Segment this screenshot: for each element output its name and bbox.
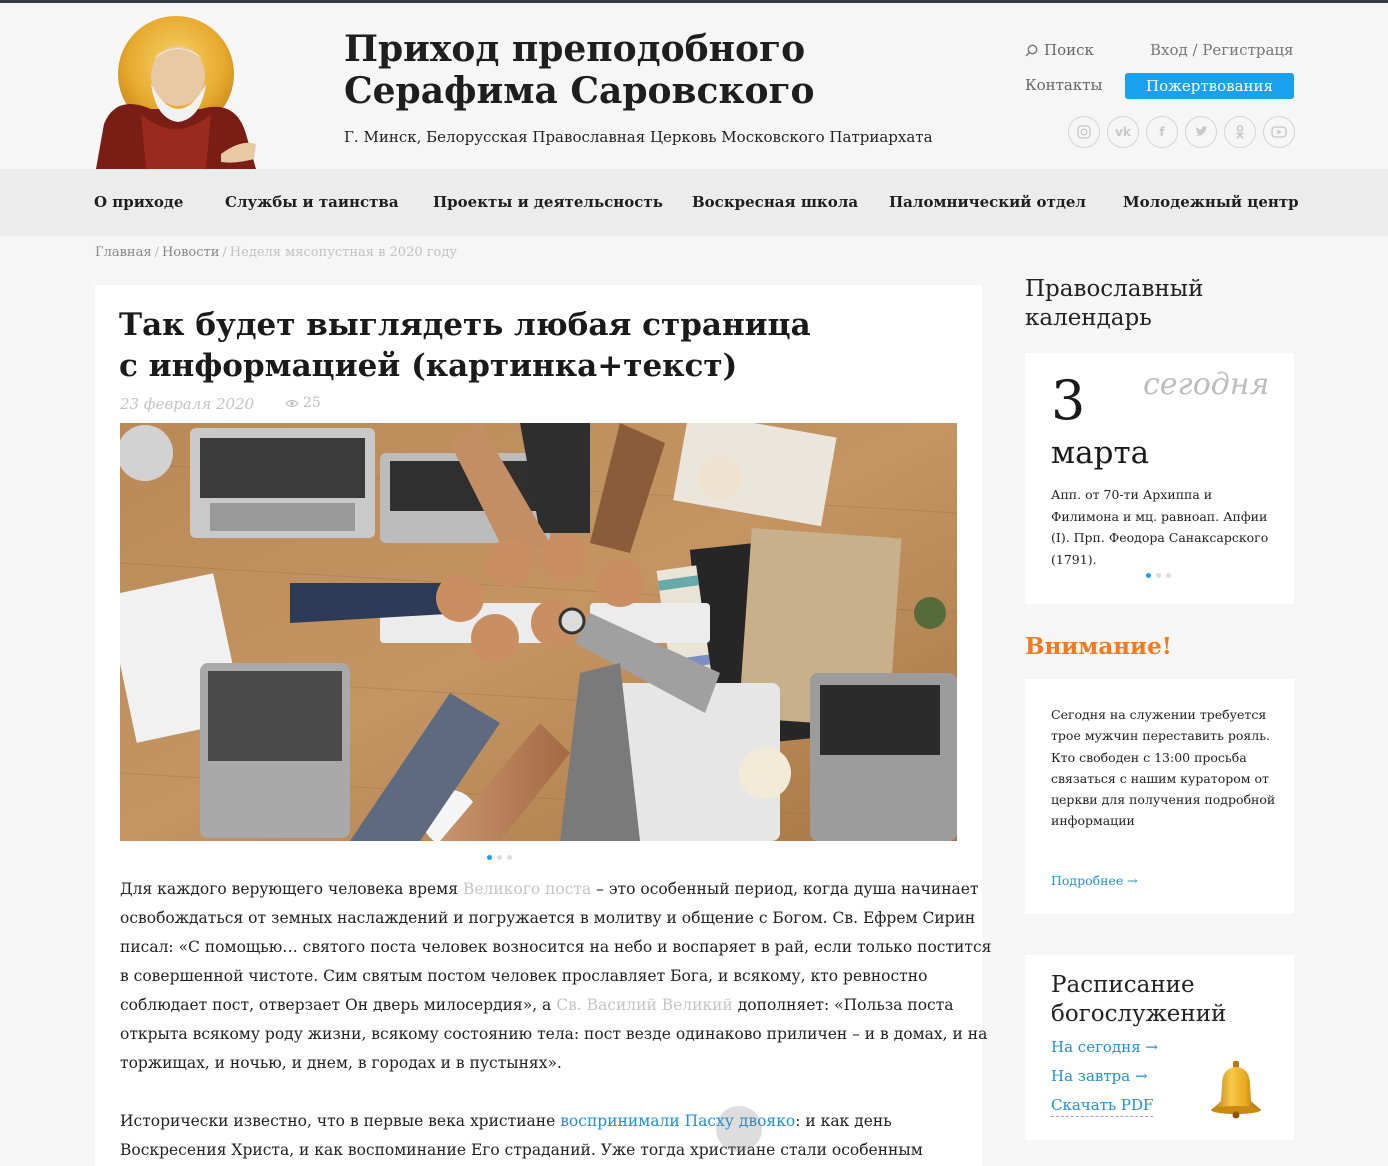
text-segment: дополняет: «Польза поста (732, 996, 954, 1014)
slider-dot[interactable] (507, 855, 512, 860)
breadcrumb-separator: / (154, 245, 159, 260)
contacts-link[interactable]: Контакты (1025, 76, 1103, 94)
calendar-month: марта (1051, 435, 1150, 471)
article-body: Для каждого верующего человека время Вел… (120, 875, 991, 1166)
slider-dot[interactable] (1156, 573, 1161, 578)
calendar-card[interactable]: 3 сегодня марта Апп. от 70-ти Архиппа и … (1025, 353, 1294, 604)
calendar-day: 3 (1051, 369, 1086, 432)
text-line: в совершенной чистоте. Сим святым постом… (120, 967, 928, 985)
schedule-heading-line1: Расписание (1051, 972, 1195, 998)
schedule-download-pdf-link[interactable]: Скачать PDF (1051, 1096, 1154, 1117)
eye-icon (285, 399, 299, 407)
article-paragraph-2: Исторически известно, что в первые века … (120, 1107, 960, 1165)
vk-icon[interactable]: vk (1107, 116, 1139, 148)
text-segment: Исторически известно, что в первые века … (120, 1112, 561, 1130)
nav-item-pilgrimage[interactable]: Паломнический отдел (889, 193, 1086, 211)
youtube-icon[interactable] (1263, 116, 1295, 148)
great-lent-link[interactable]: Великого поста (463, 880, 591, 898)
instagram-icon[interactable] (1068, 116, 1100, 148)
nav-item-sunday-school[interactable]: Воскресная школа (692, 193, 858, 211)
text-line: освобождаться от земных наслаждений и по… (120, 909, 976, 927)
site-subtitle: Г. Минск, Белорусская Православная Церко… (344, 128, 933, 146)
attention-more-link[interactable]: Подробнее → (1051, 873, 1138, 888)
social-links: vk f (1068, 116, 1295, 148)
image-slider-dots (487, 855, 512, 860)
odnoklassniki-icon[interactable] (1224, 116, 1256, 148)
facebook-icon[interactable]: f (1146, 116, 1178, 148)
site-title-line2: Серафима Саровского (344, 70, 815, 112)
schedule-heading: Расписание богослужений (1051, 971, 1226, 1029)
search-icon (1025, 44, 1038, 57)
article-card: Так будет выглядеть любая страница с инф… (95, 285, 991, 1166)
calendar-today-label: сегодня (1143, 367, 1270, 402)
calendar-description: Апп. от 70-ти Архиппа и Филимона и мц. р… (1051, 487, 1269, 567)
login-register-link[interactable]: Вход / Регистраця (1150, 41, 1294, 59)
attention-card: Сегодня на служении требуется трое мужчи… (1025, 679, 1294, 914)
nav-item-services[interactable]: Службы и таинства (225, 193, 399, 211)
text-line: Воскресения Христа, и как воспоминание Е… (120, 1141, 923, 1159)
nav-item-projects[interactable]: Проекты и деятельсность (433, 193, 663, 211)
top-border (0, 0, 1388, 3)
text-line: открыта всякому роду жизни, всякому сост… (120, 1025, 988, 1043)
bell-icon (1211, 1061, 1261, 1119)
schedule-today-link[interactable]: На сегодня → (1051, 1038, 1158, 1056)
article-photo[interactable] (120, 423, 957, 841)
calendar-heading-line1: Православный (1025, 276, 1204, 302)
search-link[interactable]: Поиск (1025, 41, 1094, 59)
text-segment: : и как день (795, 1112, 892, 1130)
breadcrumb-news[interactable]: Новости (162, 245, 219, 260)
text-segment: соблюдает пост, отверзает Он дверь милос… (120, 996, 557, 1014)
breadcrumb: Главная / Новости / Неделя мясопустная в 202… (95, 245, 457, 260)
calendar-slider-dots (1146, 573, 1171, 578)
slider-dot-active[interactable] (487, 855, 492, 860)
views-count: 25 (303, 395, 321, 411)
calendar-heading: Православный календарь (1025, 275, 1203, 333)
basil-the-great-link[interactable]: Св. Василий Великий (556, 996, 733, 1014)
slider-dot-active[interactable] (1146, 573, 1151, 578)
cursor-highlight (716, 1106, 762, 1152)
text-line: торжищах, и ночью, и днем, в городах и в… (120, 1054, 562, 1072)
article-title-line2: с информацией (картинка+текст) (119, 348, 738, 384)
nav-item-youth-center[interactable]: Молодежный центр (1123, 193, 1299, 211)
saint-icon-logo[interactable] (96, 14, 261, 169)
breadcrumb-home[interactable]: Главная (95, 245, 152, 260)
article-title: Так будет выглядеть любая страница с инф… (119, 305, 811, 387)
site-title[interactable]: Приход преподобного Серафима Саровского (344, 28, 815, 112)
twitter-icon[interactable] (1185, 116, 1217, 148)
main-nav: О приходе Службы и таинства Проекты и де… (0, 169, 1388, 236)
attention-heading: Внимание! (1025, 633, 1172, 660)
breadcrumb-separator: / (222, 245, 227, 260)
search-label: Поиск (1044, 41, 1094, 59)
slider-dot[interactable] (1166, 573, 1171, 578)
schedule-heading-line2: богослужений (1051, 1001, 1227, 1027)
calendar-heading-line2: календарь (1025, 305, 1152, 331)
donate-button[interactable]: Пожертвования (1125, 73, 1294, 99)
article-date: 23 февраля 2020 (120, 395, 255, 413)
text-segment: – это особенный период, когда душа начин… (591, 880, 979, 898)
nav-item-about-parish[interactable]: О приходе (94, 193, 183, 211)
text-segment: Для каждого верующего человека время (120, 880, 463, 898)
schedule-card: Расписание богослужений На сегодня → На … (1025, 955, 1294, 1140)
slider-dot[interactable] (497, 855, 502, 860)
breadcrumb-current: Неделя мясопустная в 2020 году (229, 245, 458, 260)
text-line: писал: «С помощью… святого поста человек… (120, 938, 992, 956)
article-views: 25 (285, 395, 321, 411)
attention-text: Сегодня на служении требуется трое мужчи… (1051, 707, 1276, 829)
site-title-line1: Приход преподобного (344, 28, 806, 70)
article-title-line1: Так будет выглядеть любая страница (119, 307, 811, 343)
schedule-tomorrow-link[interactable]: На завтра → (1051, 1067, 1148, 1085)
article-paragraph-1: Для каждого верующего человека время Вел… (120, 875, 991, 1078)
